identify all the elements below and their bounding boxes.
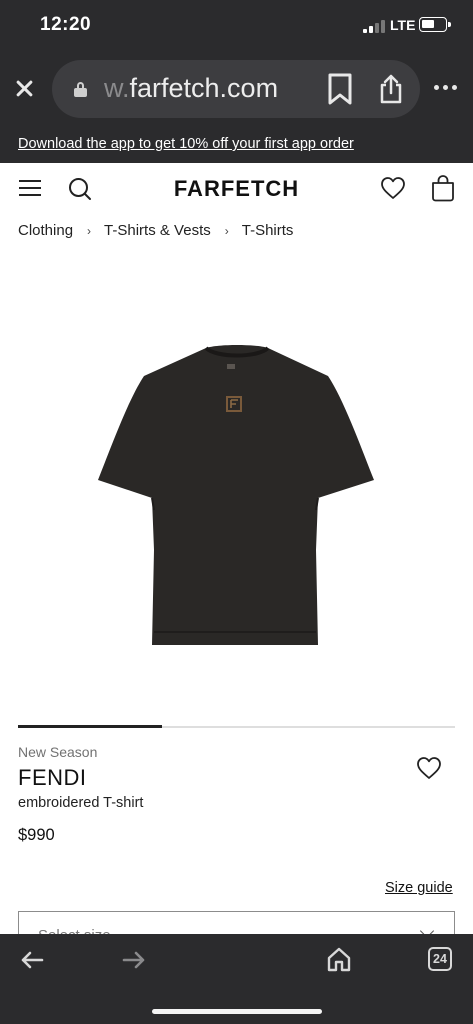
new-season-label: New Season (18, 744, 98, 760)
home-indicator (152, 1009, 322, 1014)
browser-toolbar: w.farfetch.com (0, 58, 473, 120)
address-bar[interactable]: w.farfetch.com (52, 60, 420, 118)
browser-chrome-top: 12:20 LTE w.farfetch.com Download the ap… (0, 0, 473, 163)
bookmark-icon[interactable] (326, 73, 354, 105)
more-icon[interactable] (434, 85, 458, 93)
home-icon[interactable] (326, 946, 352, 972)
url-text[interactable]: w.farfetch.com (104, 73, 278, 104)
breadcrumb: Clothing › T-Shirts & Vests › T-Shirts (18, 222, 293, 239)
browser-toolbar-bottom: 24 (0, 934, 473, 1024)
back-arrow-icon[interactable] (20, 950, 44, 970)
site-header: FARFETCH (0, 163, 473, 213)
gallery-progress (18, 725, 162, 728)
wishlist-heart-icon[interactable] (416, 756, 442, 780)
lock-icon (74, 82, 87, 97)
bag-icon[interactable] (430, 174, 456, 202)
chevron-right-icon: › (224, 224, 229, 238)
breadcrumb-item-tshirts[interactable]: T-Shirts (242, 222, 294, 239)
product-name: embroidered T-shirt (18, 795, 144, 811)
chevron-right-icon: › (87, 224, 92, 238)
app-promo-link[interactable]: Download the app to get 10% off your fir… (18, 136, 354, 152)
close-icon[interactable] (12, 76, 38, 102)
tabs-icon[interactable]: 24 (428, 947, 452, 971)
product-image[interactable] (96, 340, 378, 650)
share-icon[interactable] (378, 74, 404, 104)
brand-name[interactable]: FENDI (18, 765, 87, 791)
status-time: 12:20 (40, 14, 92, 35)
network-type: LTE (390, 17, 416, 33)
size-guide-link[interactable]: Size guide (385, 880, 453, 896)
battery-icon (419, 17, 451, 32)
url-domain: farfetch.com (129, 73, 279, 103)
status-bar: 12:20 LTE (0, 0, 473, 52)
product-price: $990 (18, 826, 55, 844)
url-prefix: w. (104, 73, 130, 103)
heart-icon[interactable] (380, 176, 406, 200)
forward-arrow-icon[interactable] (122, 950, 146, 970)
breadcrumb-item-clothing[interactable]: Clothing (18, 222, 73, 239)
breadcrumb-item-tshirts-vests[interactable]: T-Shirts & Vests (104, 222, 211, 239)
signal-icon (363, 20, 385, 33)
